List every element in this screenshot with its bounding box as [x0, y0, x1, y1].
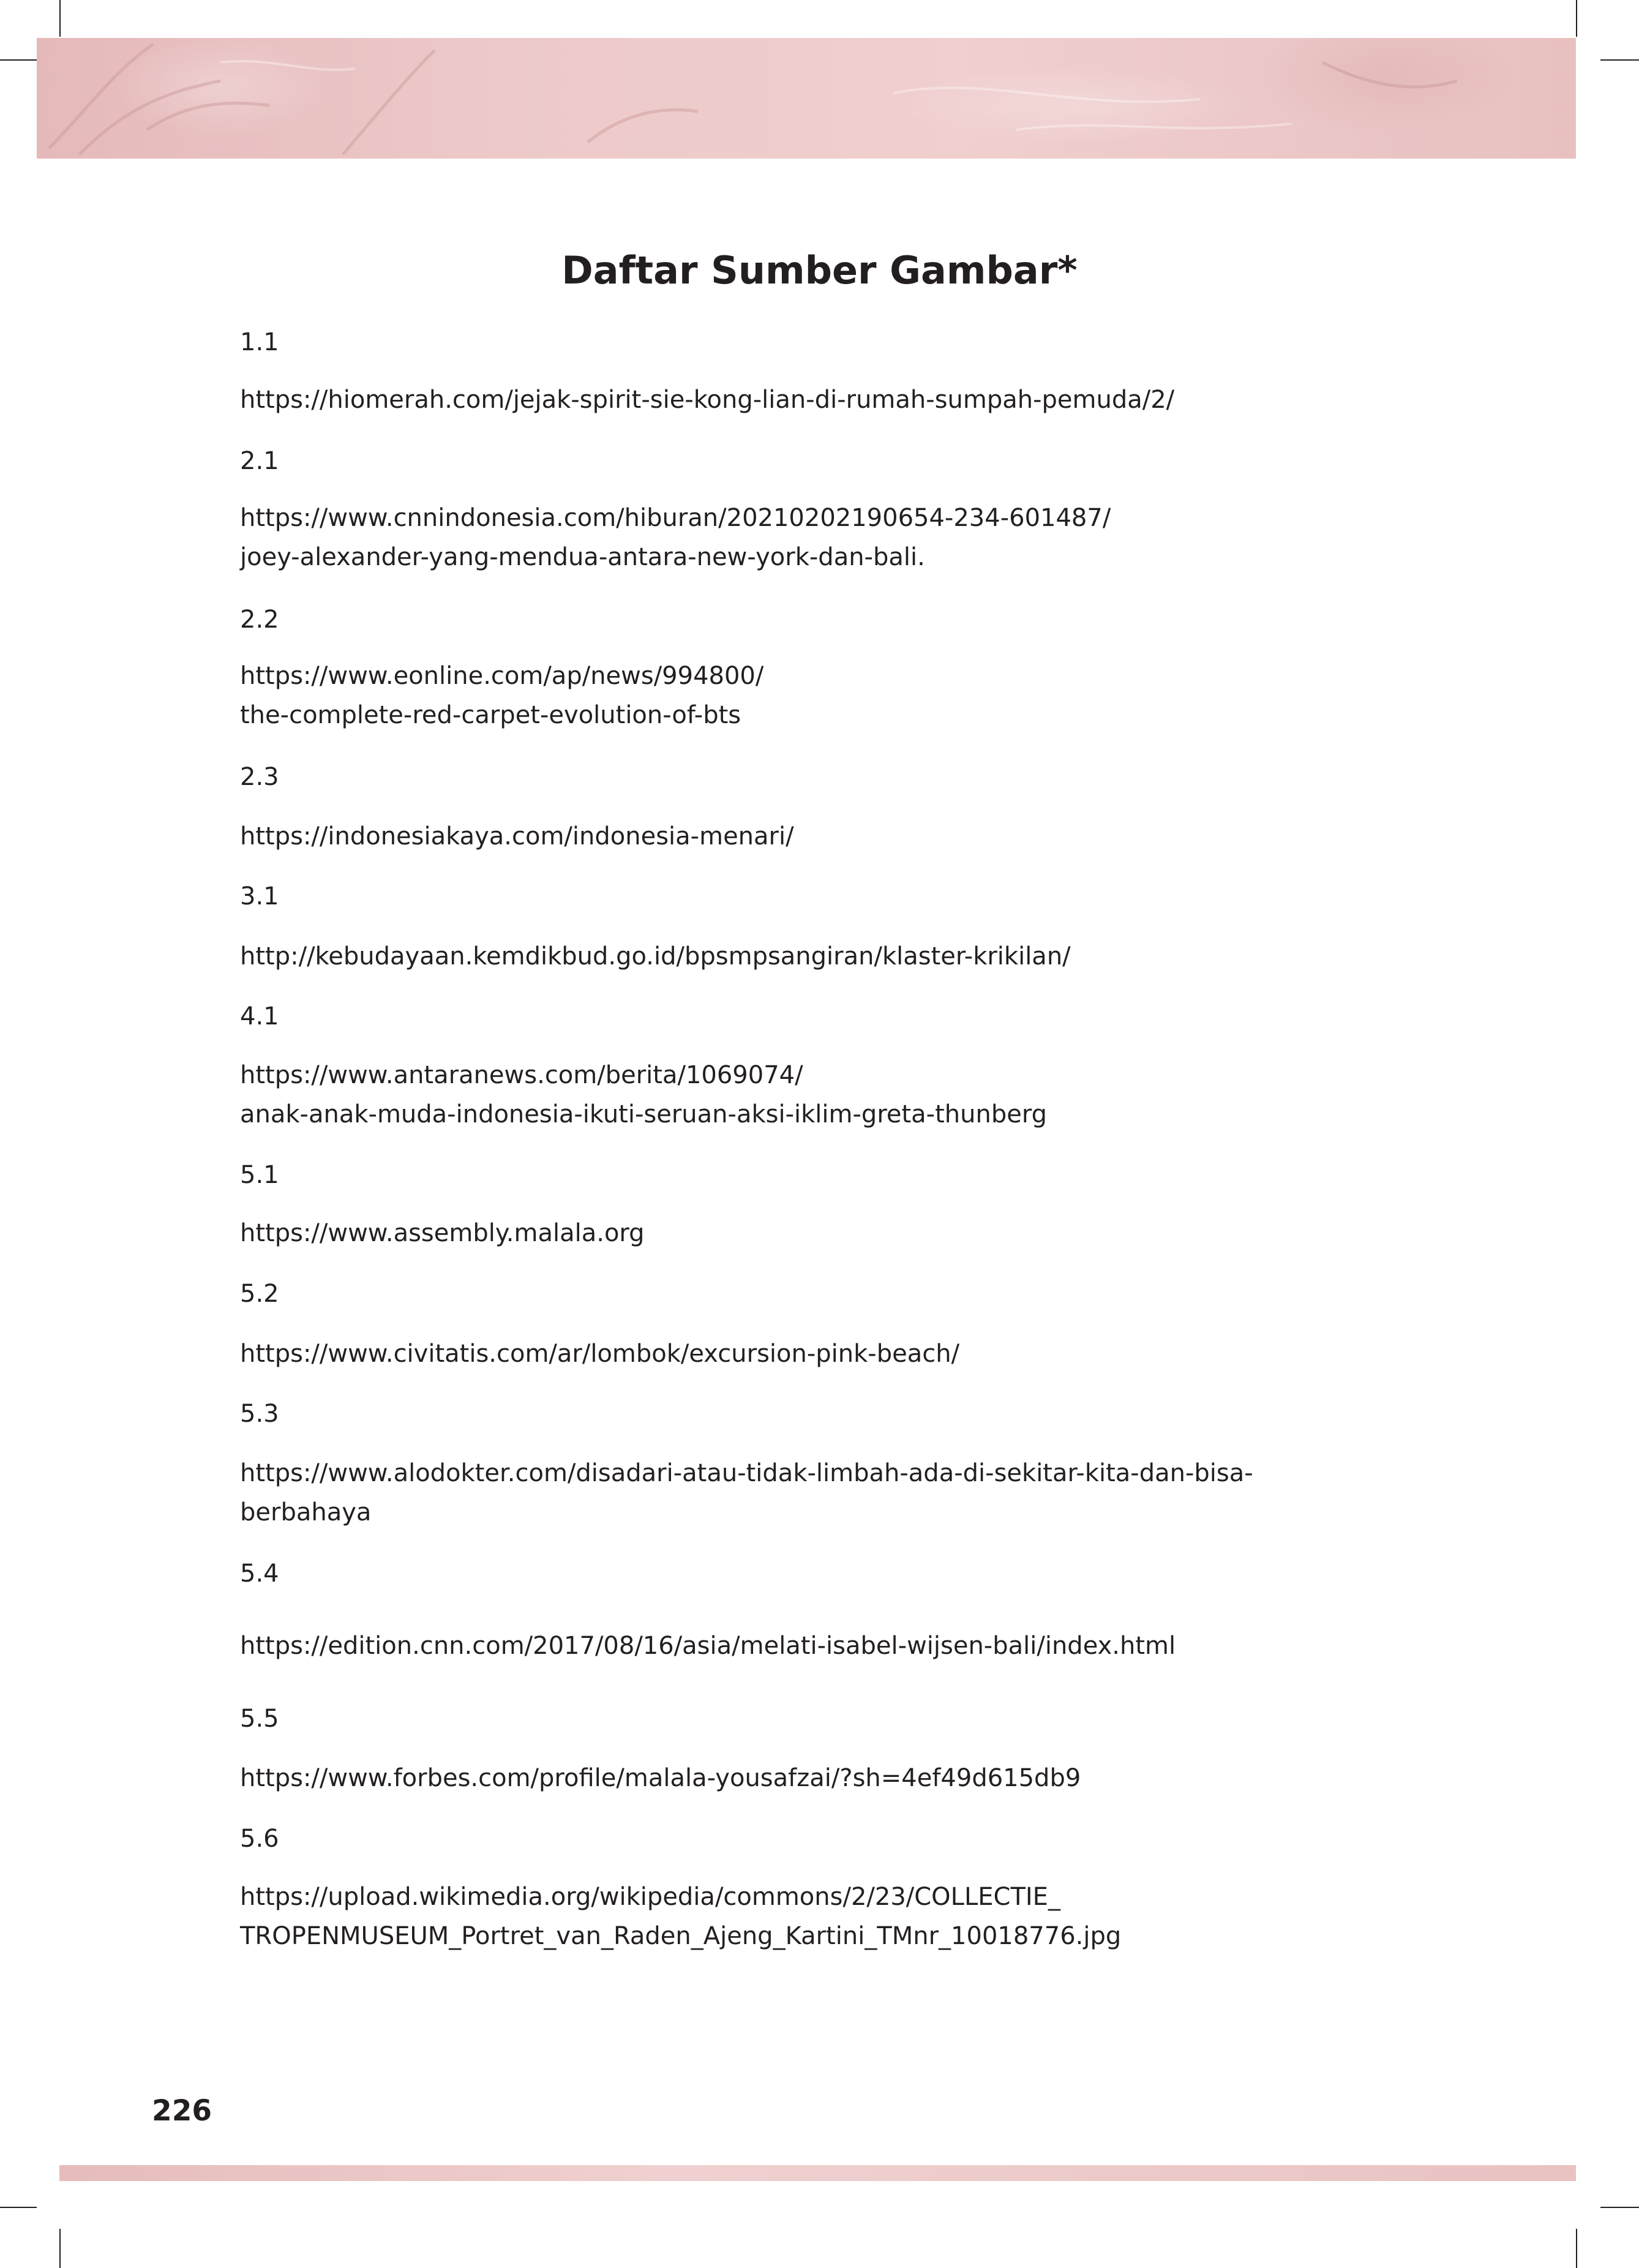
entry-number: 5.2 [240, 1280, 279, 1308]
crop-mark [59, 0, 61, 37]
entry-number: 5.3 [240, 1400, 279, 1428]
entry-url: https://www.assembly.malala.org [240, 1219, 645, 1247]
entry-url: https://indonesiakaya.com/indonesia-mena… [240, 822, 794, 850]
page-number: 226 [152, 2094, 212, 2128]
entry-number: 2.1 [240, 447, 279, 475]
entry-url: https://www.antaranews.com/berita/106907… [240, 1061, 1047, 1128]
entry-number: 4.1 [240, 1002, 279, 1031]
entry-number: 2.2 [240, 606, 279, 634]
crop-mark [0, 2207, 37, 2208]
entry-url: http://kebudayaan.kemdikbud.go.id/bpsmps… [240, 942, 1071, 971]
header-banner [37, 38, 1576, 159]
entry-url: https://upload.wikimedia.org/wikipedia/c… [240, 1883, 1122, 1950]
entry-number: 3.1 [240, 882, 279, 911]
entry-url: https://www.alodokter.com/disadari-atau-… [240, 1459, 1253, 1526]
crop-mark [0, 59, 37, 61]
entry-number: 5.1 [240, 1161, 279, 1189]
crop-mark [1600, 59, 1639, 61]
entry-number: 5.4 [240, 1560, 279, 1588]
entry-number: 1.1 [240, 328, 279, 356]
banner-texture [48, 42, 1458, 156]
entry-url: https://hiomerah.com/jejak-spirit-sie-ko… [240, 386, 1175, 414]
crop-mark [59, 2229, 61, 2268]
entry-number: 5.6 [240, 1825, 279, 1853]
entry-url: https://www.forbes.com/profile/malala-yo… [240, 1764, 1081, 1792]
entry-number: 5.5 [240, 1705, 279, 1733]
entry-number: 2.3 [240, 763, 279, 791]
page-title: Daftar Sumber Gambar* [561, 248, 1078, 293]
entry-url: https://www.civitatis.com/ar/lombok/excu… [240, 1340, 960, 1368]
entry-url: https://www.cnnindonesia.com/hiburan/202… [240, 504, 1111, 571]
footer-banner [59, 2165, 1576, 2181]
entry-url: https://edition.cnn.com/2017/08/16/asia/… [240, 1632, 1176, 1660]
crop-mark [1576, 2229, 1577, 2268]
entry-url: https://www.eonline.com/ap/news/994800/ … [240, 662, 764, 729]
crop-mark [1576, 0, 1577, 37]
crop-mark [1600, 2207, 1639, 2208]
